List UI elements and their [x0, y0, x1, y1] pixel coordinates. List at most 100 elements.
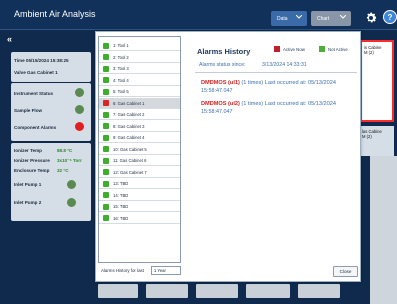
channel-label: 14: TBD — [113, 192, 129, 198]
status-indicator — [103, 169, 109, 175]
status-indicator — [103, 77, 109, 83]
history-range-label: Alarms History for last — [101, 268, 144, 273]
inlet-pump-2-indicator — [67, 198, 76, 207]
alarm-count: (1 times) — [241, 101, 264, 107]
component-alarms-label: Component Alarms — [14, 125, 57, 130]
status-indicator — [103, 134, 109, 141]
background-cabinet-panel: is Cabine M (2) — [360, 40, 394, 122]
channel-list[interactable]: 1: Tool 1 2: Tool 2 3: Tool 3 4: Tool 4 5: T… — [98, 36, 181, 263]
channel-list-item[interactable]: 6: Gas Cabinet 1 — [99, 97, 180, 109]
background-cabinet-panel-2: las Cabine M (2) — [360, 126, 394, 156]
gear-icon[interactable] — [364, 11, 378, 25]
channel-list-item[interactable]: 5: Tool 5 — [99, 86, 180, 97]
channel-label: 1: Tool 1 — [113, 43, 129, 48]
channel-list-item[interactable]: 7: Gas Cabinet 2 — [99, 109, 180, 120]
channel-list-item[interactable]: 11: Gas Cabinet 6 — [99, 155, 180, 166]
background-button — [98, 284, 138, 298]
alarm-entry: DMDMOS (ul1) (1 times) Last occurred at:… — [201, 80, 336, 86]
history-range-select[interactable]: 1 Year — [151, 266, 181, 275]
status-indicator — [103, 146, 109, 152]
channel-list-item[interactable]: 16: TBD — [99, 213, 180, 224]
channel-list-item[interactable]: 2: Tool 2 — [99, 52, 180, 63]
channel-list-item[interactable]: 4: Tool 4 — [99, 75, 180, 86]
alarm-last-occurred: Last occurred at: 05/13/2024 — [264, 80, 336, 86]
channel-list-item[interactable]: 14: TBD — [99, 190, 180, 201]
channel-list-item[interactable]: 8: Gas Cabinet 3 — [99, 121, 180, 132]
status-indicator — [103, 100, 109, 106]
status-indicator — [103, 111, 109, 118]
channel-list-item[interactable]: 10: Gas Cabinet 5 — [99, 144, 180, 155]
chevron-down-icon — [340, 15, 346, 19]
background-strip — [370, 156, 397, 304]
status-indicator — [103, 42, 109, 49]
app-title: Ambient Air Analysis — [14, 9, 96, 19]
data-dropdown-label: Data — [277, 15, 288, 22]
help-icon[interactable]: ? — [383, 10, 397, 24]
collapse-panel-icon[interactable]: « — [7, 34, 12, 44]
sample-flow-label: Sample Flow — [14, 108, 43, 113]
status-indicator — [103, 215, 109, 221]
alarms-history-title: Alarms History — [197, 47, 251, 56]
channel-list-item[interactable]: 1: Tool 1 — [99, 40, 180, 51]
data-dropdown[interactable]: Data — [271, 11, 307, 26]
time-readout: Time 05/15/2024 15:38:25 — [14, 58, 69, 63]
alarm-entry: DMDMOS (ul2) (1 times) Last occurred at:… — [201, 101, 336, 107]
alarm-count: (1 times) — [241, 80, 264, 86]
chart-dropdown[interactable]: Chart — [311, 11, 351, 26]
inlet-pump-1-label: Inlet Pump 1 — [14, 182, 42, 187]
component-alarms-indicator[interactable] — [75, 122, 84, 131]
channel-label: 16: TBD — [113, 215, 129, 221]
history-range-value: 1 Year — [154, 268, 166, 273]
alarms-since-value: 3/13/2024 14:33:31 — [262, 62, 307, 68]
sample-flow-indicator — [75, 105, 84, 114]
ionizer-pressure-label: Ionizer Pressure — [14, 158, 50, 163]
channel-label: 4: Tool 4 — [113, 77, 129, 83]
status-indicator — [103, 192, 109, 198]
channel-list-item[interactable]: 9: Gas Cabinet 4 — [99, 132, 180, 143]
alarm-time: 15:58:47.047 — [201, 88, 233, 94]
channel-label: 6: Gas Cabinet 1 — [113, 100, 145, 106]
top-bar: Ambient Air Analysis Data Chart ? — [0, 0, 397, 30]
enclosure-temp-value: 32 °C — [57, 168, 69, 173]
alarm-last-occurred: Last occurred at: 05/13/2024 — [264, 101, 336, 107]
instrument-status-label: Instrument Status — [14, 91, 54, 96]
legend-not-active-swatch — [319, 46, 325, 52]
ionizer-temp-value: 88.8 °C — [57, 148, 73, 153]
chevron-down-icon — [296, 15, 302, 19]
alarms-since-label: Alarms status since: — [199, 62, 246, 68]
status-indicator — [103, 65, 109, 72]
channel-list-item[interactable]: 15: TBD — [99, 201, 180, 212]
channel-label: 13: TBD — [113, 181, 129, 186]
status-indicator — [103, 123, 109, 129]
channel-label: 11: Gas Cabinet 6 — [113, 158, 147, 163]
alarm-time: 15:58:47.047 — [201, 109, 233, 115]
channel-label: 5: Tool 5 — [113, 89, 129, 94]
close-button-label: Close — [339, 269, 352, 274]
status-indicator — [103, 54, 109, 60]
background-button — [298, 284, 340, 298]
alarm-code: DMDMOS (ul2) — [201, 101, 240, 107]
channel-list-item[interactable]: 13: TBD — [99, 178, 180, 189]
environment-card: Ionizer Temp 88.8 °C Ionizer Pressure 3x… — [11, 143, 91, 221]
channel-label: 3: Tool 3 — [113, 66, 129, 71]
instrument-status-indicator — [75, 88, 84, 97]
ionizer-pressure-value: 3x10⁻⁶ Torr — [57, 158, 82, 163]
channel-label: 2: Tool 2 — [113, 54, 129, 60]
channel-list-item[interactable]: 12: Gas Cabinet 7 — [99, 167, 180, 178]
chart-dropdown-label: Chart — [317, 15, 330, 22]
channel-label: 10: Gas Cabinet 5 — [113, 146, 147, 152]
channel-label: 9: Gas Cabinet 4 — [113, 135, 145, 140]
valve-readout: Valve Gas Cabinet 1 — [14, 70, 58, 75]
background-cabinet-text: is Cabine M (2) — [364, 45, 382, 55]
legend-not-active-label: Not Active — [328, 47, 348, 52]
status-indicator — [103, 88, 109, 95]
channel-label: 15: TBD — [113, 204, 129, 209]
close-button[interactable]: Close — [333, 266, 358, 277]
background-cabinet-text-2: las Cabine M (2) — [362, 129, 382, 139]
inlet-pump-2-label: Inlet Pump 2 — [14, 200, 42, 205]
background-button — [246, 284, 290, 298]
ionizer-temp-label: Ionizer Temp — [14, 148, 42, 153]
background-button — [146, 284, 188, 298]
alarm-code: DMDMOS (ul1) — [201, 80, 240, 86]
channel-list-item[interactable]: 3: Tool 3 — [99, 63, 180, 74]
